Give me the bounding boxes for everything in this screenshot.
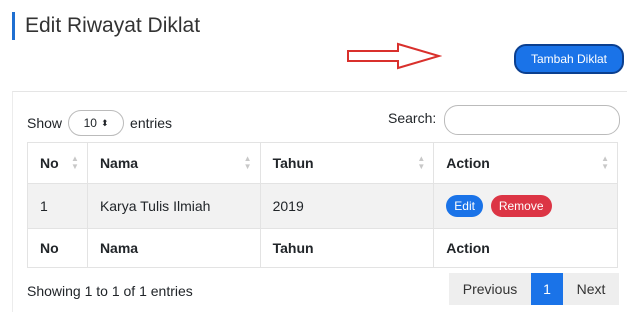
- entries-control: Show 10 ⬍ entries: [27, 110, 172, 136]
- sort-icon: ▲ ▼: [243, 154, 252, 171]
- table-row: 1 Karya Tulis Ilmiah 2019 Edit Remove: [27, 183, 618, 229]
- cell-nama: Karya Tulis Ilmiah: [86, 183, 261, 229]
- entries-select[interactable]: 10 ⬍: [68, 110, 125, 136]
- cell-no: 1: [27, 183, 88, 229]
- sort-icon: ▲ ▼: [601, 154, 609, 171]
- chevron-updown-icon: ⬍: [100, 117, 109, 128]
- table-footer-row: No Nama Tahun Action: [27, 228, 618, 268]
- diklat-table: No ▲ ▼ Nama ▲ ▼ Tahun ▲ ▼ Action ▲ ▼ 1 Karya…: [27, 142, 618, 268]
- page-title: Edit Riwayat Diklat: [12, 12, 200, 40]
- sort-icon: ▲ ▼: [71, 154, 79, 171]
- tambah-diklat-button[interactable]: Tambah Diklat: [514, 44, 624, 74]
- footer-action: Action: [433, 228, 618, 268]
- entries-value: 10: [83, 116, 97, 130]
- annotation-arrow-icon: [347, 42, 442, 70]
- sort-icon: ▲ ▼: [417, 154, 426, 171]
- cell-action: Edit Remove: [433, 183, 618, 229]
- footer-no: No: [27, 228, 88, 268]
- column-header-nama[interactable]: Nama ▲ ▼: [86, 142, 261, 184]
- cell-tahun: 2019: [259, 183, 435, 229]
- footer-nama: Nama: [86, 228, 261, 268]
- column-header-no[interactable]: No ▲ ▼: [27, 142, 88, 184]
- edit-button[interactable]: Edit: [446, 195, 483, 217]
- page-1-button[interactable]: 1: [531, 273, 563, 305]
- table-header-row: No ▲ ▼ Nama ▲ ▼ Tahun ▲ ▼ Action ▲ ▼: [27, 142, 618, 184]
- show-label: Show: [27, 115, 63, 131]
- column-header-tahun[interactable]: Tahun ▲ ▼: [259, 142, 435, 184]
- remove-button[interactable]: Remove: [490, 195, 552, 217]
- column-header-action[interactable]: Action ▲ ▼: [433, 142, 618, 184]
- entries-label: entries: [130, 115, 173, 131]
- pagination: Previous 1 Next: [449, 273, 619, 305]
- table-info: Showing 1 to 1 of 1 entries: [27, 283, 193, 299]
- search-input[interactable]: [444, 105, 620, 135]
- previous-button[interactable]: Previous: [449, 273, 531, 305]
- search-label: Search:: [388, 110, 437, 126]
- footer-tahun: Tahun: [259, 228, 435, 268]
- next-button[interactable]: Next: [563, 273, 619, 305]
